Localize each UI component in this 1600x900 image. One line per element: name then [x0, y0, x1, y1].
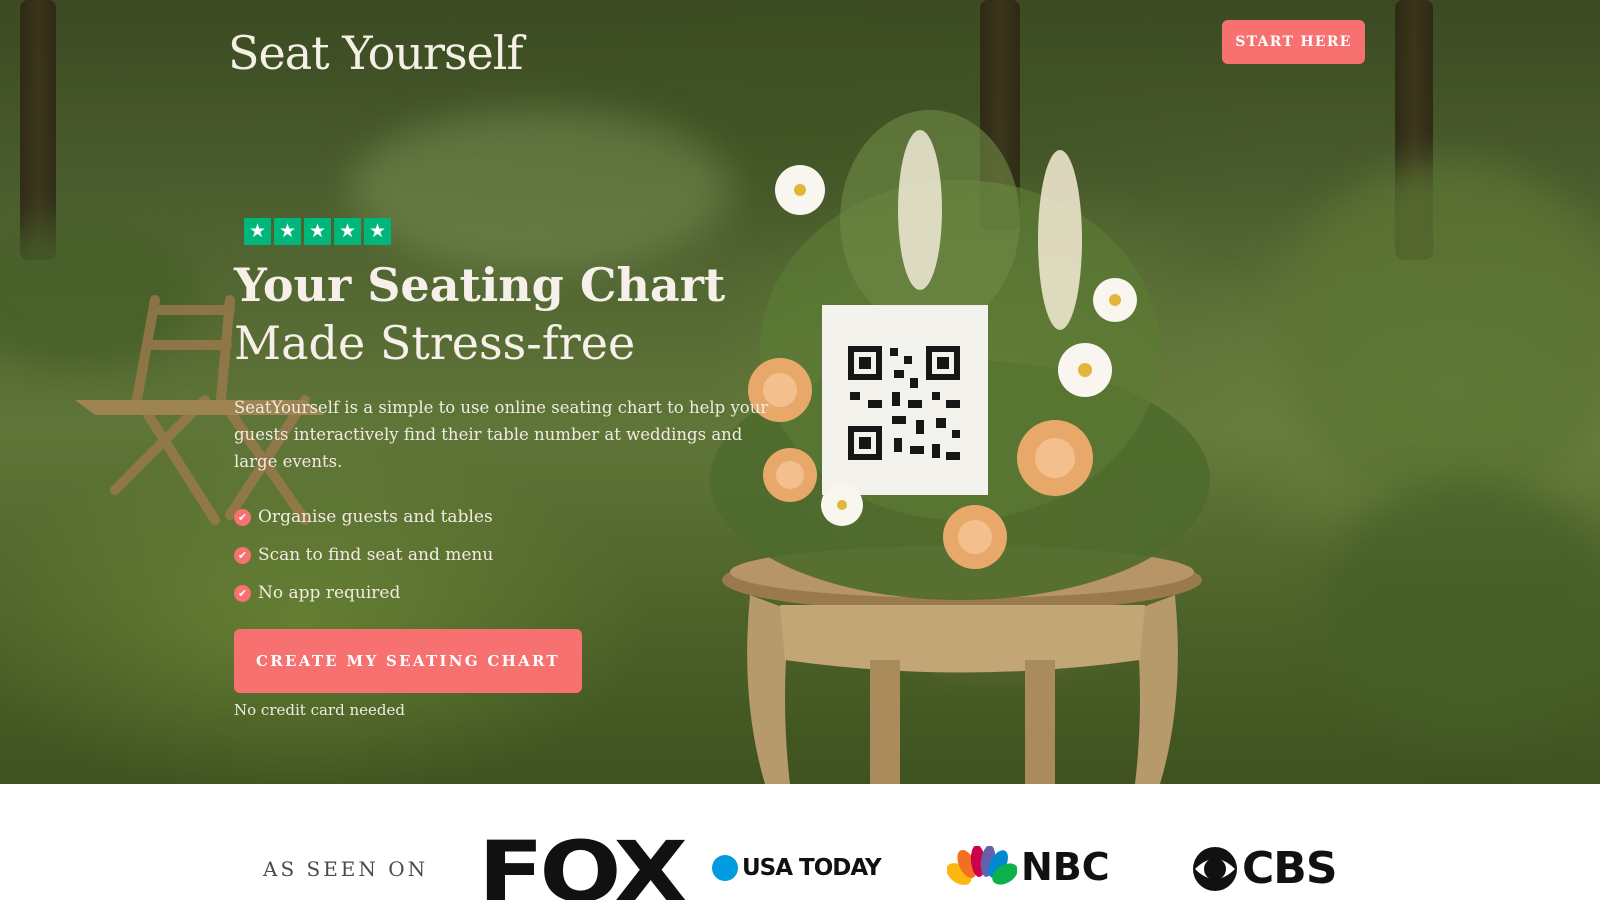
nbc-logo: NBC [947, 845, 1110, 889]
nbc-peacock-icon [947, 846, 1017, 885]
fox-logo-text: FOX [478, 823, 688, 900]
fox-logo: FOX [478, 830, 688, 900]
press-section [0, 784, 1600, 900]
headline-line-2: Made Stress-free [234, 316, 636, 370]
usa-today-dot-icon [712, 855, 738, 881]
cbs-logo: CBS [1192, 843, 1338, 894]
star-icon: ★ [244, 218, 271, 245]
nbc-logo-text: NBC [1021, 845, 1110, 889]
hero-description: SeatYourself is a simple to use online s… [234, 398, 769, 471]
star-icon: ★ [334, 218, 361, 245]
usa-today-logo-text: USA TODAY [742, 855, 882, 881]
feature-label: No app required [258, 583, 401, 603]
brand-logo[interactable]: Seat Yourself [228, 26, 524, 80]
check-circle-icon: ✔ [234, 584, 251, 602]
create-seating-chart-button[interactable]: CREATE MY SEATING CHART [234, 629, 582, 693]
check-circle-icon: ✔ [234, 546, 251, 564]
usa-today-logo: USA TODAY [712, 855, 882, 881]
hero-section: Seat Yourself START HERE ★ ★ ★ ★ ★ Your … [0, 0, 1600, 784]
no-credit-card-note: No credit card needed [234, 701, 405, 719]
rating-stars: ★ ★ ★ ★ ★ [244, 218, 391, 245]
tree-trunk-decoration [20, 0, 56, 260]
star-icon: ★ [274, 218, 301, 245]
feature-label: Scan to find seat and menu [258, 545, 494, 565]
as-seen-on-label: AS SEEN ON [263, 857, 429, 881]
star-icon: ★ [364, 218, 391, 245]
feature-label: Organise guests and tables [258, 507, 493, 527]
headline-line-1: Your Seating Chart [234, 258, 726, 312]
star-icon: ★ [304, 218, 331, 245]
check-circle-icon: ✔ [234, 508, 251, 526]
feature-item: ✔ Scan to find seat and menu [234, 536, 493, 574]
start-here-button[interactable]: START HERE [1222, 20, 1365, 64]
feature-list: ✔ Organise guests and tables ✔ Scan to f… [234, 498, 493, 612]
hero-headline: Your Seating Chart Made Stress-free [234, 256, 725, 372]
cbs-logo-text: CBS [1242, 843, 1338, 894]
foliage-decoration [1320, 480, 1600, 740]
cbs-eye-icon [1193, 846, 1237, 891]
feature-item: ✔ Organise guests and tables [234, 498, 493, 536]
foliage-decoration [1280, 160, 1600, 520]
feature-item: ✔ No app required [234, 574, 493, 612]
